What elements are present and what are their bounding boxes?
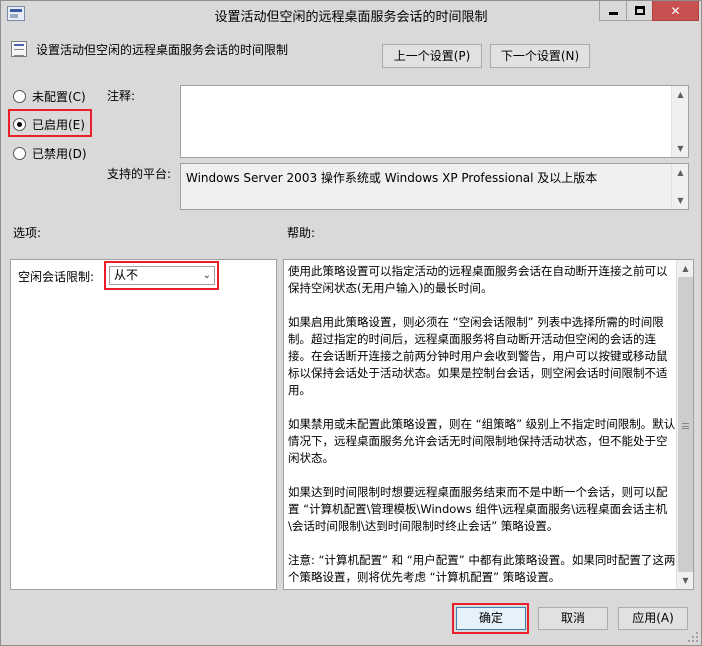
minimize-icon	[608, 12, 618, 15]
scroll-up-icon[interactable]: ▲	[677, 260, 694, 277]
scroll-up-icon[interactable]: ▲	[672, 86, 689, 103]
scroll-thumb[interactable]	[678, 277, 693, 572]
policy-setting-icon	[11, 41, 27, 57]
scroll-down-icon[interactable]: ▼	[677, 572, 694, 589]
platform-field: Windows Server 2003 操作系统或 Windows XP Pro…	[180, 163, 689, 210]
close-icon: ✕	[670, 3, 681, 18]
help-paragraph: 如果达到时间限制时想要远程桌面服务结束而不是中断一个会话，则可以配置 “计算机配…	[288, 485, 668, 533]
platform-scrollbar[interactable]: ▲ ▼	[671, 164, 688, 209]
next-setting-button[interactable]: 下一个设置(N)	[490, 44, 590, 68]
idle-limit-label: 空闲会话限制:	[18, 270, 95, 284]
annotation-highlight-ok	[452, 603, 529, 634]
scroll-down-icon[interactable]: ▼	[672, 192, 689, 209]
cancel-button[interactable]: 取消	[538, 607, 608, 630]
help-paragraph: 如果启用此策略设置，则必须在 “空闲会话限制” 列表中选择所需的时间限制。超过指…	[288, 315, 668, 397]
radio-circle[interactable]	[13, 89, 26, 103]
help-paragraph: 注意: “计算机配置” 和 “用户配置” 中都有此策略设置。如果同时配置了这两个…	[288, 553, 676, 584]
radio-label: 未配置(C)	[32, 89, 86, 104]
previous-setting-button[interactable]: 上一个设置(P)	[382, 44, 482, 68]
comment-scrollbar[interactable]: ▲ ▼	[671, 86, 688, 157]
title-bar[interactable]: 设置活动但空闲的远程桌面服务会话的时间限制 ✕	[1, 1, 701, 28]
close-button[interactable]: ✕	[652, 1, 699, 21]
platform-value: Windows Server 2003 操作系统或 Windows XP Pro…	[186, 171, 598, 185]
radio-not-configured[interactable]: 未配置(C)	[13, 87, 86, 105]
radio-label: 已禁用(D)	[32, 146, 87, 161]
options-panel: 空闲会话限制: 从不 ⌄	[10, 259, 277, 590]
maximize-icon	[634, 6, 645, 15]
radio-circle[interactable]	[13, 146, 26, 160]
window-title: 设置活动但空闲的远程桌面服务会话的时间限制	[214, 10, 488, 25]
policy-title: 设置活动但空闲的远程桌面服务会话的时间限制	[36, 43, 289, 57]
help-scrollbar[interactable]: ▲ ▼	[676, 260, 693, 589]
radio-disabled[interactable]: 已禁用(D)	[13, 144, 87, 162]
help-text: 使用此策略设置可以指定活动的远程桌面服务会话在自动断开连接之前可以保持空闲状态(…	[288, 263, 676, 603]
scroll-down-icon[interactable]: ▼	[672, 140, 689, 157]
annotation-highlight-select	[104, 261, 219, 290]
help-paragraph: 使用此策略设置可以指定活动的远程桌面服务会话在自动断开连接之前可以保持空闲状态(…	[288, 264, 668, 295]
platform-label: 支持的平台:	[107, 167, 172, 181]
resize-grip-icon[interactable]	[688, 632, 698, 642]
comment-label: 注释:	[107, 89, 136, 103]
help-heading: 帮助:	[287, 226, 316, 240]
maximize-button[interactable]	[626, 1, 652, 21]
annotation-highlight-enabled	[8, 109, 92, 137]
apply-button[interactable]: 应用(A)	[618, 607, 688, 630]
options-heading: 选项:	[13, 226, 42, 240]
help-paragraph: 如果禁用或未配置此策略设置，则在 “组策略” 级别上不指定时间限制。默认情况下，…	[288, 417, 676, 465]
grip-icon	[682, 423, 689, 429]
dialog-window: 设置活动但空闲的远程桌面服务会话的时间限制 ✕ 设置活动但空闲的远程桌面服务会话…	[0, 0, 702, 646]
minimize-button[interactable]	[599, 1, 626, 21]
comment-textarea[interactable]: ▲ ▼	[180, 85, 689, 158]
scroll-up-icon[interactable]: ▲	[672, 164, 689, 181]
help-panel[interactable]: 使用此策略设置可以指定活动的远程桌面服务会话在自动断开连接之前可以保持空闲状态(…	[283, 259, 694, 590]
